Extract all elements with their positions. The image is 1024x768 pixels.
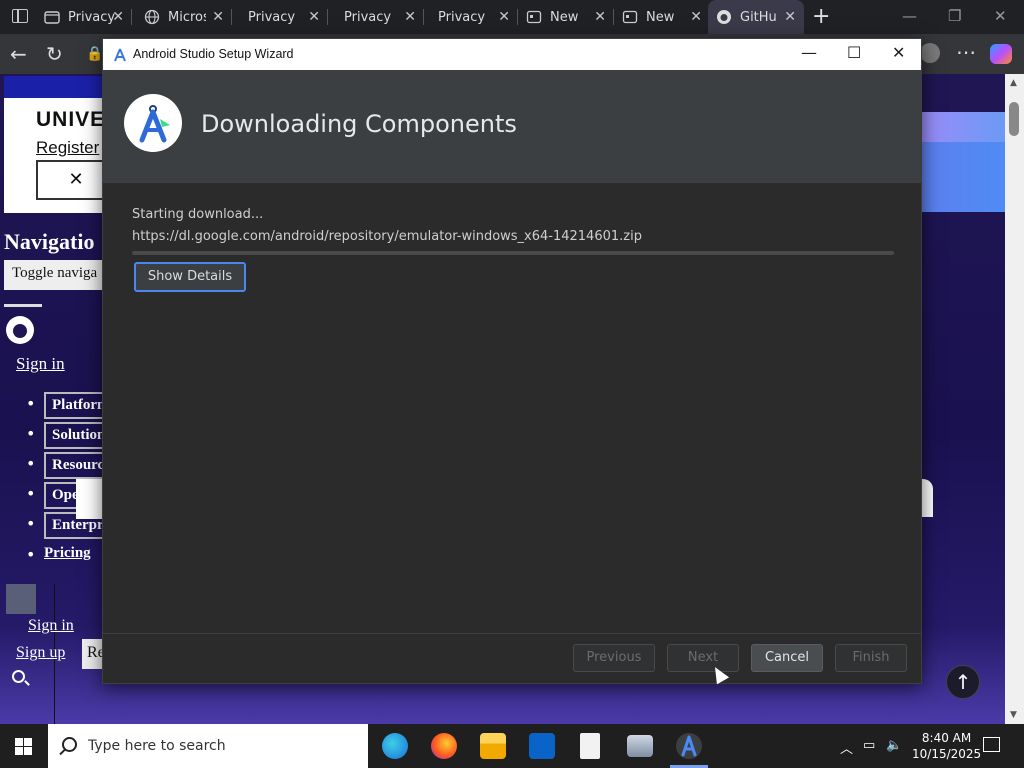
sign-in-link[interactable]: Sign in	[16, 354, 65, 374]
tab-title: GitHub	[740, 9, 776, 25]
search-placeholder: Type here to search	[88, 738, 226, 754]
browser-tab[interactable]: New tab ✕	[614, 0, 710, 34]
browser-tab[interactable]: Privacy err ✕	[328, 0, 424, 34]
github-icon	[716, 9, 732, 25]
notification-icon[interactable]	[983, 737, 1000, 752]
download-url-text: https://dl.google.com/android/repository…	[132, 229, 642, 244]
browser-tab-active[interactable]: GitHub ✕	[708, 0, 804, 34]
download-progress-bar	[132, 251, 894, 255]
browser-tab-strip: Privacy err ✕ Microsoft ✕ Privacy err ✕ …	[0, 0, 1024, 34]
page-scrollbar[interactable]: ▲ ▼	[1005, 74, 1024, 724]
restore-icon[interactable]: ❐	[948, 7, 961, 25]
windows-taskbar: Type here to search ︿ ▭ 🔈 8:40 AM 10/15/…	[0, 724, 1024, 768]
sign-up-link[interactable]: Sign up	[16, 644, 65, 662]
minimize-icon[interactable]: —	[902, 7, 917, 25]
file-explorer-icon[interactable]	[480, 733, 506, 759]
tab-title: Microsoft	[168, 9, 206, 25]
pricing-link[interactable]: Pricing	[44, 545, 91, 562]
divider	[4, 304, 42, 307]
close-window-icon[interactable]: ✕	[994, 7, 1007, 25]
dialog-close-icon[interactable]: ✕	[892, 43, 905, 62]
firefox-icon[interactable]	[431, 733, 457, 759]
dialog-window-title: Android Studio Setup Wizard	[133, 47, 294, 61]
next-button[interactable]: Next	[667, 644, 739, 672]
skip-link[interactable]	[4, 76, 104, 98]
promo-banner-lower	[920, 142, 1006, 212]
tab-close-icon[interactable]: ✕	[404, 9, 416, 25]
tray-overflow-icon[interactable]: ︿	[840, 738, 853, 757]
placeholder-box	[6, 584, 36, 614]
tab-actions-icon[interactable]	[12, 9, 28, 23]
globe-icon	[144, 9, 160, 25]
tab-title: New tab	[550, 9, 580, 25]
tab-close-icon[interactable]: ✕	[112, 9, 124, 25]
banner-title: UNIVE	[36, 108, 106, 131]
taskbar-search-box[interactable]: Type here to search	[48, 724, 368, 768]
tab-title: Privacy err	[438, 9, 490, 25]
new-tab-button[interactable]: +	[812, 4, 830, 29]
dialog-maximize-icon[interactable]: ☐	[847, 43, 861, 62]
clock-time: 8:40 AM	[921, 731, 972, 745]
android-studio-icon	[113, 47, 127, 62]
download-status-text: Starting download...	[132, 207, 264, 222]
outlook-icon[interactable]	[529, 733, 555, 759]
clock-date: 10/15/2025	[912, 747, 982, 761]
tab-title: New tab	[646, 9, 676, 25]
sign-in-link-2[interactable]: Sign in	[28, 617, 74, 635]
tab-close-icon[interactable]: ✕	[690, 9, 702, 25]
tab-close-icon[interactable]: ✕	[308, 9, 320, 25]
privacy-icon	[44, 9, 60, 25]
control-panel-icon[interactable]	[627, 735, 653, 757]
search-icon[interactable]	[12, 670, 25, 683]
tab-close-icon[interactable]: ✕	[212, 9, 224, 25]
scroll-to-top-button[interactable]: ↑	[946, 665, 980, 699]
dialog-titlebar: Android Studio Setup Wizard — ☐ ✕	[103, 39, 921, 70]
cancel-button[interactable]: Cancel	[751, 644, 823, 672]
android-studio-taskbar-icon[interactable]	[670, 733, 708, 768]
tab-title: Privacy err	[248, 9, 300, 25]
dialog-minimize-icon[interactable]: —	[801, 43, 817, 62]
volume-icon[interactable]: 🔈	[886, 738, 902, 753]
newtab-icon	[622, 9, 638, 25]
tab-close-icon[interactable]: ✕	[594, 9, 606, 25]
tab-close-icon[interactable]: ✕	[784, 9, 796, 25]
newtab-icon	[526, 9, 542, 25]
more-menu-icon[interactable]: ⋯	[956, 40, 976, 64]
browser-tab[interactable]: Microsoft ✕	[136, 0, 232, 34]
register-link[interactable]: Register	[36, 138, 99, 158]
browser-tab[interactable]: Privacy err ✕	[36, 0, 132, 34]
back-icon[interactable]: ←	[10, 42, 27, 66]
search-icon	[62, 737, 77, 752]
github-logo-icon[interactable]	[6, 316, 34, 344]
browser-tab[interactable]: Privacy err ✕	[232, 0, 328, 34]
navigation-heading: Navigatio	[4, 229, 95, 254]
toggle-navigation-button[interactable]: Toggle naviga	[4, 260, 114, 290]
windows-start-icon[interactable]	[15, 738, 32, 755]
university-banner: UNIVE Register ✕	[4, 98, 116, 213]
copilot-icon[interactable]	[990, 44, 1012, 64]
network-icon[interactable]: ▭	[863, 738, 875, 753]
notepad-icon[interactable]	[580, 733, 600, 759]
edge-icon[interactable]	[382, 733, 408, 759]
scrollbar-thumb[interactable]	[1009, 102, 1019, 136]
dialog-body: Starting download... https://dl.google.c…	[103, 183, 921, 633]
browser-tab[interactable]: New tab ✕	[518, 0, 614, 34]
show-details-button[interactable]: Show Details	[134, 262, 246, 292]
page-title: Downloading Components	[201, 110, 517, 138]
tab-title: Privacy err	[344, 9, 396, 25]
tab-close-icon[interactable]: ✕	[498, 9, 510, 25]
profile-avatar[interactable]	[920, 43, 940, 63]
lock-icon[interactable]: 🔒	[86, 46, 103, 62]
android-studio-logo-icon	[124, 94, 182, 152]
finish-button[interactable]: Finish	[835, 644, 907, 672]
previous-button[interactable]: Previous	[573, 644, 655, 672]
browser-tab[interactable]: Privacy err ✕	[422, 0, 518, 34]
dialog-footer: Previous Next Cancel Finish	[103, 633, 921, 683]
system-clock[interactable]: 8:40 AM 10/15/2025	[912, 730, 981, 762]
reload-icon[interactable]: ↻	[46, 42, 63, 66]
setup-wizard-dialog: Android Studio Setup Wizard — ☐ ✕ Downlo…	[102, 38, 922, 684]
